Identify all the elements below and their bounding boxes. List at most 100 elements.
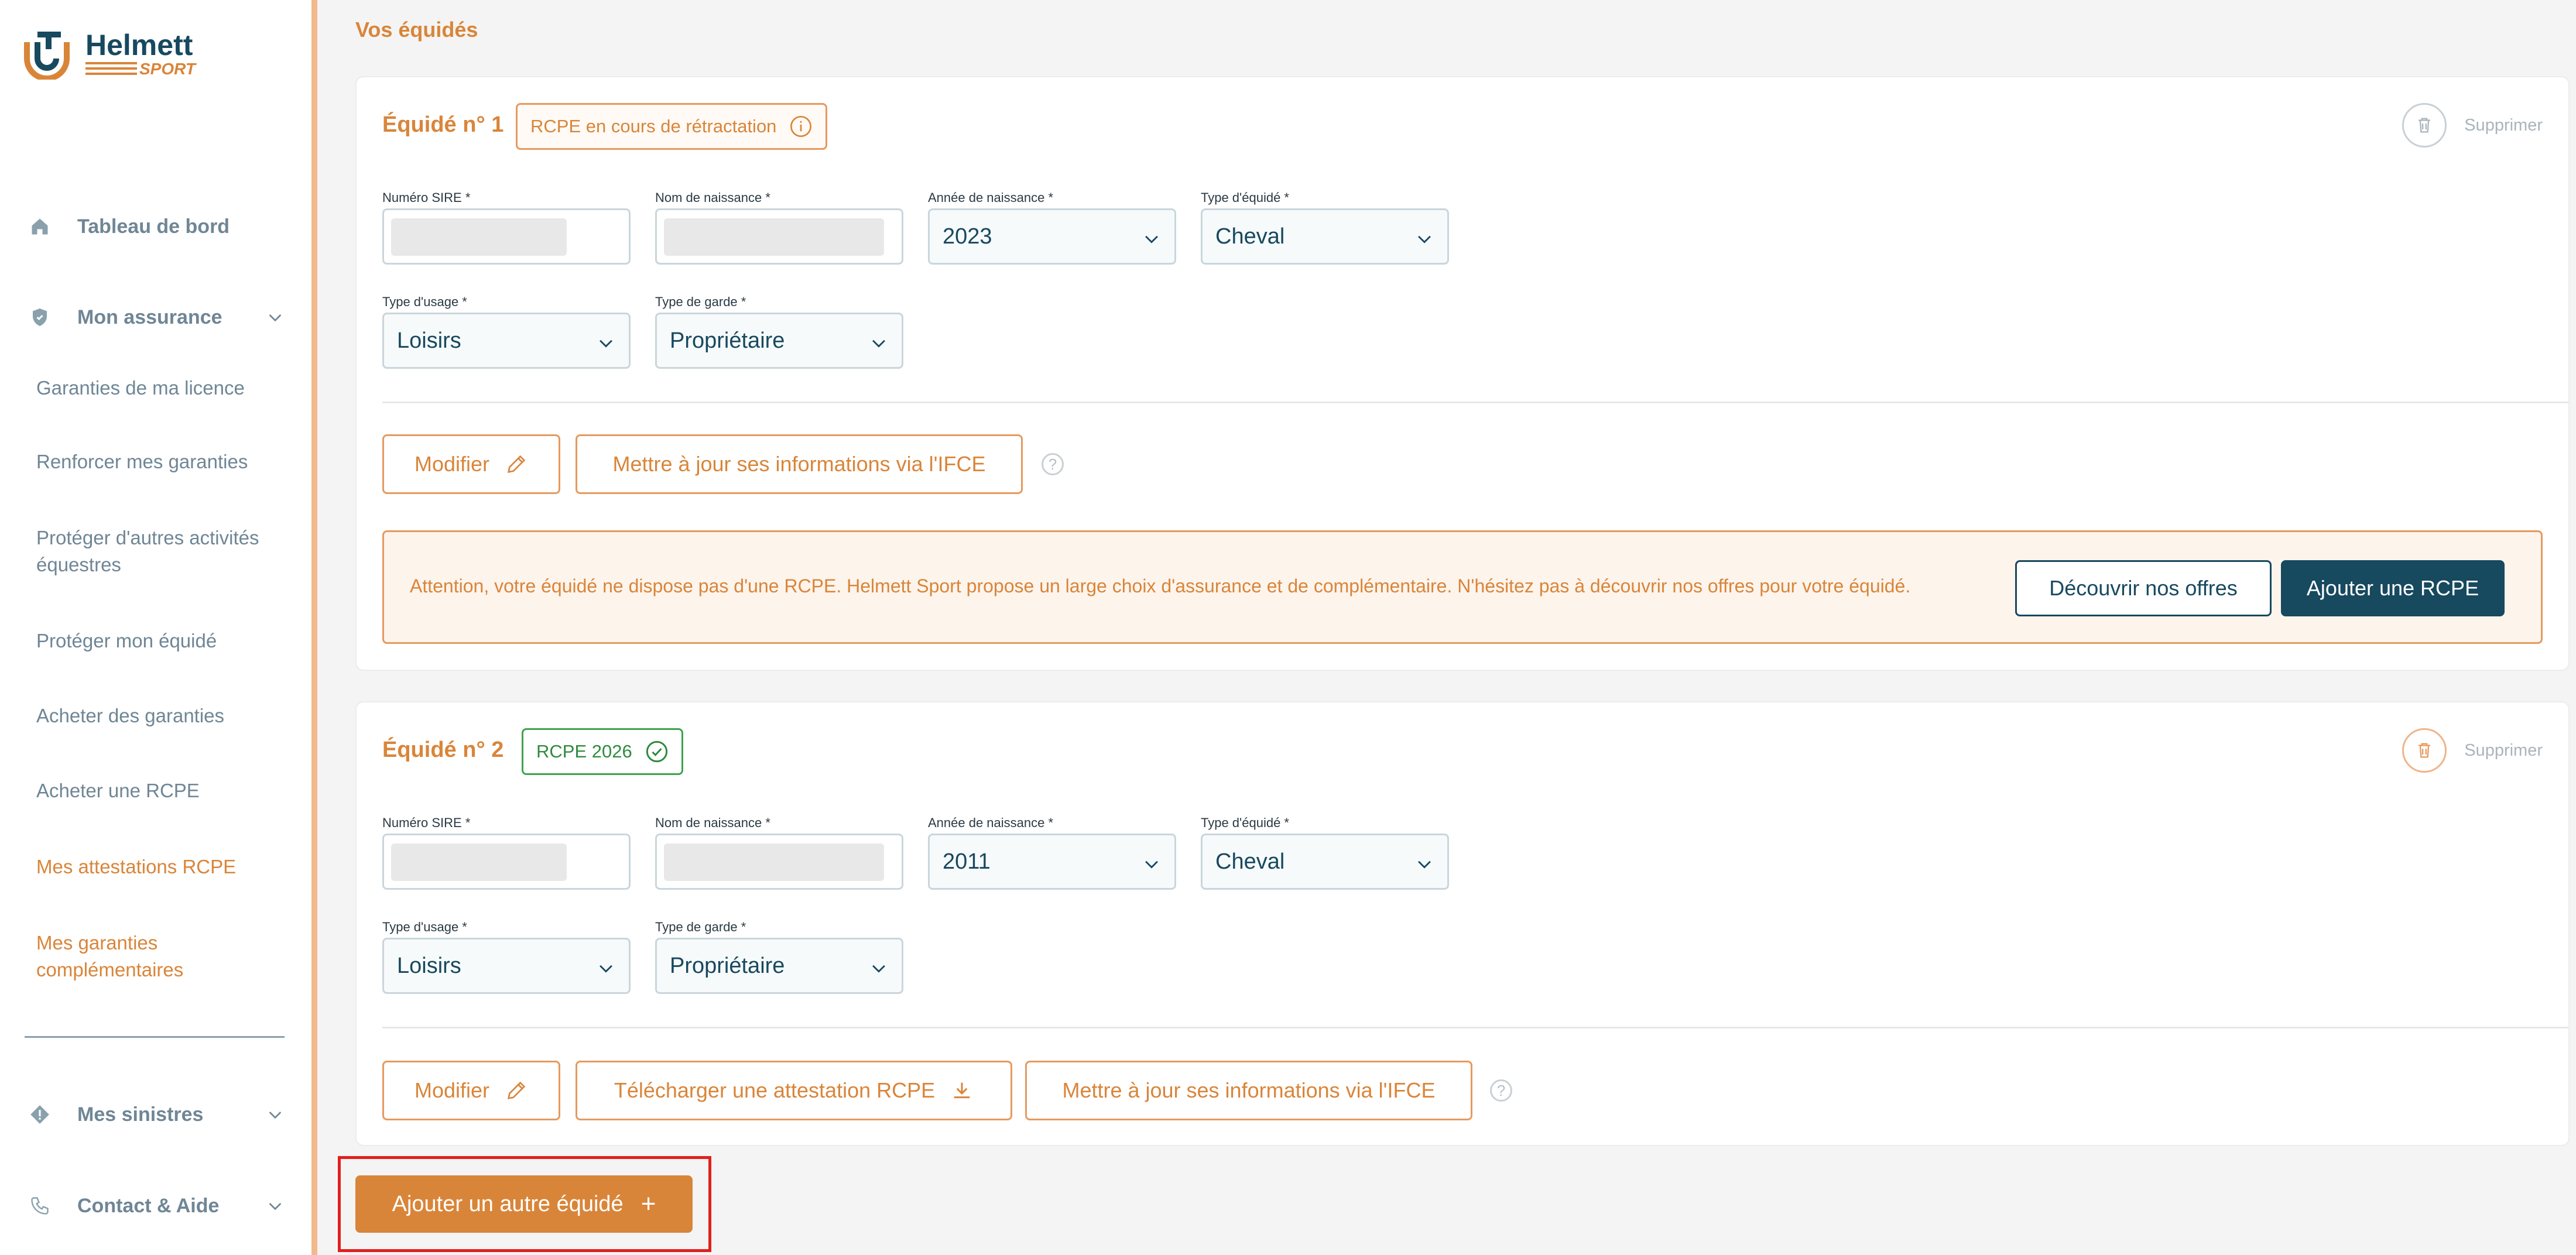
badge-label: RCPE en cours de rétractation	[530, 116, 777, 136]
sire-field[interactable]: Numéro SIRE *	[382, 815, 631, 890]
equide-type-select[interactable]: Cheval	[1201, 834, 1449, 890]
add-rcpe-button[interactable]: Ajouter une RCPE	[2281, 560, 2505, 616]
ifce-label: Mettre à jour ses informations via l'IFC…	[612, 452, 986, 476]
usage-type-field[interactable]: Type d'usage * Loisirs	[382, 294, 631, 369]
home-icon	[27, 214, 53, 239]
ifce-label: Mettre à jour ses informations via l'IFC…	[1062, 1078, 1436, 1102]
guard-type-field[interactable]: Type de garde * Propriétaire	[655, 919, 903, 994]
discover-offers-button[interactable]: Découvrir nos offres	[2015, 560, 2272, 616]
status-badge-rcpe[interactable]: RCPE 2026	[522, 728, 683, 775]
nav-insurance[interactable]: Mon assurance	[27, 300, 285, 335]
sidebar-sub-item[interactable]: Mes garanties complémentaires	[36, 930, 235, 983]
select-value: Cheval	[1215, 849, 1285, 874]
field-label: Type d'usage *	[382, 920, 467, 934]
logo-name: Helmett	[85, 29, 193, 61]
equide-type-field[interactable]: Type d'équidé * Cheval	[1201, 815, 1449, 890]
alert-text: Attention, votre équidé ne dispose pas d…	[410, 575, 1911, 596]
guard-type-select[interactable]: Propriétaire	[655, 313, 903, 369]
helmett-sport-logo[interactable]: Helmett SPORT	[22, 27, 215, 85]
logo-mark-icon	[24, 32, 70, 80]
sidebar-sub-item[interactable]: Acheter des garanties	[36, 702, 294, 729]
sire-input[interactable]	[382, 834, 631, 890]
select-value: 2023	[943, 224, 992, 249]
chevron-down-icon	[269, 1203, 282, 1211]
phone-icon	[27, 1193, 53, 1219]
chevron-down-icon	[872, 965, 885, 973]
chevron-down-icon	[1418, 235, 1431, 244]
chevron-down-icon	[269, 1112, 282, 1119]
sidebar: Helmett SPORT Tableau de bord Mon assura…	[0, 0, 311, 1255]
guard-type-select[interactable]: Propriétaire	[655, 938, 903, 994]
chevron-down-icon	[600, 340, 612, 348]
birth-year-select[interactable]: 2011	[928, 834, 1176, 890]
select-value: Loisirs	[397, 953, 461, 978]
logo-sport: SPORT	[139, 60, 196, 78]
sidebar-accent-border	[311, 0, 317, 1255]
sidebar-sub-item[interactable]: Renforcer mes garanties	[36, 448, 294, 475]
equide-type-select[interactable]: Cheval	[1201, 208, 1449, 265]
edit-button[interactable]: Modifier	[382, 1061, 560, 1120]
status-badge-retraction[interactable]: RCPE en cours de rétractation	[516, 103, 828, 150]
redacted-value	[391, 843, 567, 881]
pencil-icon	[507, 455, 526, 474]
download-attestation-button[interactable]: Télécharger une attestation RCPE	[576, 1061, 1012, 1120]
edit-label: Modifier	[414, 1078, 490, 1102]
nav-contact[interactable]: Contact & Aide	[27, 1188, 285, 1223]
redacted-value	[664, 843, 884, 881]
field-label: Numéro SIRE *	[382, 815, 471, 830]
equide-title: Équidé n° 2	[382, 738, 504, 762]
field-label: Nom de naissance *	[655, 815, 770, 830]
trash-icon	[2402, 103, 2447, 148]
sire-input[interactable]	[382, 208, 631, 265]
equide-type-field[interactable]: Type d'équidé * Cheval	[1201, 190, 1449, 265]
delete-equide-button[interactable]: Supprimer	[2402, 103, 2543, 148]
download-label: Télécharger une attestation RCPE	[614, 1078, 936, 1102]
delete-label: Supprimer	[2464, 740, 2543, 760]
redacted-value	[664, 218, 884, 256]
help-icon[interactable]: ?	[1490, 1079, 1512, 1102]
field-label: Type de garde *	[655, 920, 746, 934]
nav-contact-label: Contact & Aide	[77, 1194, 220, 1217]
sidebar-sub-item[interactable]: Garanties de ma licence	[36, 375, 294, 402]
ifce-update-button[interactable]: Mettre à jour ses informations via l'IFC…	[576, 434, 1023, 494]
nav-dashboard-label: Tableau de bord	[77, 215, 230, 238]
sidebar-sub-item[interactable]: Protéger mon équidé	[36, 628, 294, 654]
section-divider	[382, 402, 2568, 403]
birth-name-field[interactable]: Nom de naissance *	[655, 815, 903, 890]
birth-year-select[interactable]: 2023	[928, 208, 1176, 265]
nav-insurance-label: Mon assurance	[77, 306, 222, 328]
field-label: Numéro SIRE *	[382, 190, 471, 205]
sidebar-sub-item[interactable]: Protéger d'autres activités équestres	[36, 524, 282, 578]
usage-type-select[interactable]: Loisirs	[382, 313, 631, 369]
ifce-update-button[interactable]: Mettre à jour ses informations via l'IFC…	[1025, 1061, 1472, 1120]
birth-year-field[interactable]: Année de naissance * 2011	[928, 815, 1176, 890]
birth-name-field[interactable]: Nom de naissance *	[655, 190, 903, 265]
usage-type-field[interactable]: Type d'usage * Loisirs	[382, 919, 631, 994]
birth-name-input[interactable]	[655, 208, 903, 265]
usage-type-select[interactable]: Loisirs	[382, 938, 631, 994]
nav-dashboard[interactable]: Tableau de bord	[27, 209, 285, 244]
chevron-down-icon	[1145, 235, 1158, 244]
delete-equide-button[interactable]: Supprimer	[2402, 728, 2543, 773]
nav-claims[interactable]: Mes sinistres	[27, 1097, 285, 1132]
section-divider	[382, 1027, 2568, 1028]
help-icon[interactable]: ?	[1042, 453, 1064, 475]
birth-year-field[interactable]: Année de naissance * 2023	[928, 190, 1176, 265]
birth-name-input[interactable]	[655, 834, 903, 890]
highlight-frame	[338, 1156, 711, 1252]
sidebar-sub-item[interactable]: Acheter une RCPE	[36, 777, 294, 804]
chevron-down-icon	[269, 314, 282, 322]
field-label: Type d'usage *	[382, 294, 467, 309]
sidebar-sub-item-active[interactable]: Mes attestations RCPE	[36, 853, 294, 880]
check-circle-icon	[646, 740, 667, 763]
edit-button[interactable]: Modifier	[382, 434, 560, 494]
field-label: Année de naissance *	[928, 815, 1054, 830]
download-icon	[954, 1082, 970, 1099]
guard-type-field[interactable]: Type de garde * Propriétaire	[655, 294, 903, 369]
sire-field[interactable]: Numéro SIRE *	[382, 190, 631, 265]
field-label: Nom de naissance *	[655, 190, 770, 205]
nav-claims-label: Mes sinistres	[77, 1103, 204, 1126]
select-value: 2011	[943, 849, 991, 874]
logo-lines	[85, 62, 137, 78]
redacted-value	[391, 218, 567, 256]
